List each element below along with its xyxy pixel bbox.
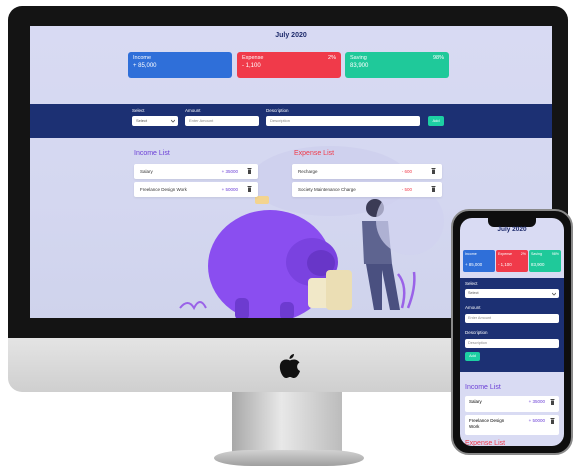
mobile-type-select[interactable]: Select [465,289,559,298]
mobile-amount-input[interactable]: Enter Amount [465,314,559,323]
trash-icon[interactable] [550,418,555,424]
mobile-income-item-amount: + 35000 [528,399,545,404]
expense-value: - 1,100 [242,63,261,69]
saving-value: 83,900 [350,63,369,69]
income-value: + 85,000 [133,63,157,69]
amount-label: Amount [185,108,201,113]
income-item-title: Freelance Design Work [140,187,187,192]
income-item-title: Salary [140,169,153,174]
saving-percent: 98% [432,55,444,61]
trash-icon[interactable] [550,399,555,405]
mobile-description-label: Description [465,330,488,335]
mobile-saving-value: 83,900 [531,262,545,267]
type-select-value: Select [136,118,148,123]
expense-list-title: Expense List [294,150,335,157]
mobile-saving-percent: 98% [551,252,559,256]
expense-item: Recharge - 600 [292,164,442,179]
expense-card: Expense 2% - 1,100 [237,52,341,78]
expense-item-title: Society Maintenance Charge [298,187,356,192]
income-card: Income + 85,000 [128,52,232,78]
description-label: Description [266,108,289,113]
income-list-title: Income List [134,150,170,157]
mobile-income-list-title: Income List [465,384,501,391]
mobile-type-select-value: Select [468,291,479,295]
mobile-screen: July 2020 Income + 85,000 Expense 2% - 1… [460,218,564,446]
type-select[interactable]: Select [132,116,178,126]
mobile-expense-card: Expense 2% - 1,100 [496,250,528,272]
mobile-income-item: Salary + 35000 [465,396,559,412]
trash-icon[interactable] [247,186,252,192]
mobile-description-input[interactable]: Description [465,339,559,348]
mobile-income-item-amount: + 50000 [528,418,545,423]
mobile-expense-label: Expense [498,252,512,256]
expense-item-amount: - 600 [401,169,412,174]
description-input[interactable]: Description [266,116,420,126]
mobile-income-item: Freelance Design Work + 50000 [465,415,559,435]
income-label: Income [133,55,152,61]
add-button[interactable]: Add [428,116,444,126]
entry-form: Select Select Amount Enter Amount Descri… [30,104,552,138]
trash-icon[interactable] [247,168,252,174]
mobile-saving-label: Saving [531,252,542,256]
chevron-down-icon [171,119,175,123]
mobile-saving-card: Saving 98% 83,900 [529,250,561,272]
imac-stand-base [214,450,364,466]
expense-item: Society Maintenance Charge - 500 [292,182,442,197]
mobile-income-label: Income [465,252,477,256]
phone-frame: July 2020 Income + 85,000 Expense 2% - 1… [451,209,573,455]
trash-icon[interactable] [431,168,436,174]
expense-label: Expense [242,55,264,61]
income-item-amount: + 50000 [221,187,238,192]
select-label: Select [132,108,145,113]
saving-label: Saving [350,55,367,61]
expense-item-title: Recharge [298,169,318,174]
mobile-add-button[interactable]: Add [465,352,480,361]
mobile-income-value: + 85,000 [465,262,483,267]
mobile-income-card: Income + 85,000 [463,250,495,272]
income-item-amount: + 35000 [221,169,238,174]
chevron-down-icon [552,292,556,296]
mobile-page-title: July 2020 [497,226,527,233]
mobile-amount-label: Amount [465,305,481,310]
mobile-expense-list-title: Expense List [465,440,506,446]
amount-input[interactable]: Enter Amount [185,116,259,126]
trash-icon[interactable] [431,186,436,192]
mobile-income-item-title: Freelance Design Work [469,418,505,429]
saving-card: Saving 98% 83,900 [345,52,449,78]
imac-stand [232,392,342,454]
page-title: July 2020 [275,32,307,39]
income-item: Salary + 35000 [134,164,258,179]
apple-logo-icon [279,354,300,378]
expense-percent: 2% [328,55,336,61]
mobile-expense-percent: 2% [520,252,526,256]
mobile-select-label: Select [465,281,478,286]
mobile-expense-value: - 1,100 [498,262,512,267]
mobile-income-item-title: Salary [469,399,482,404]
expense-item-amount: - 500 [401,187,412,192]
income-item: Freelance Design Work + 50000 [134,182,258,197]
